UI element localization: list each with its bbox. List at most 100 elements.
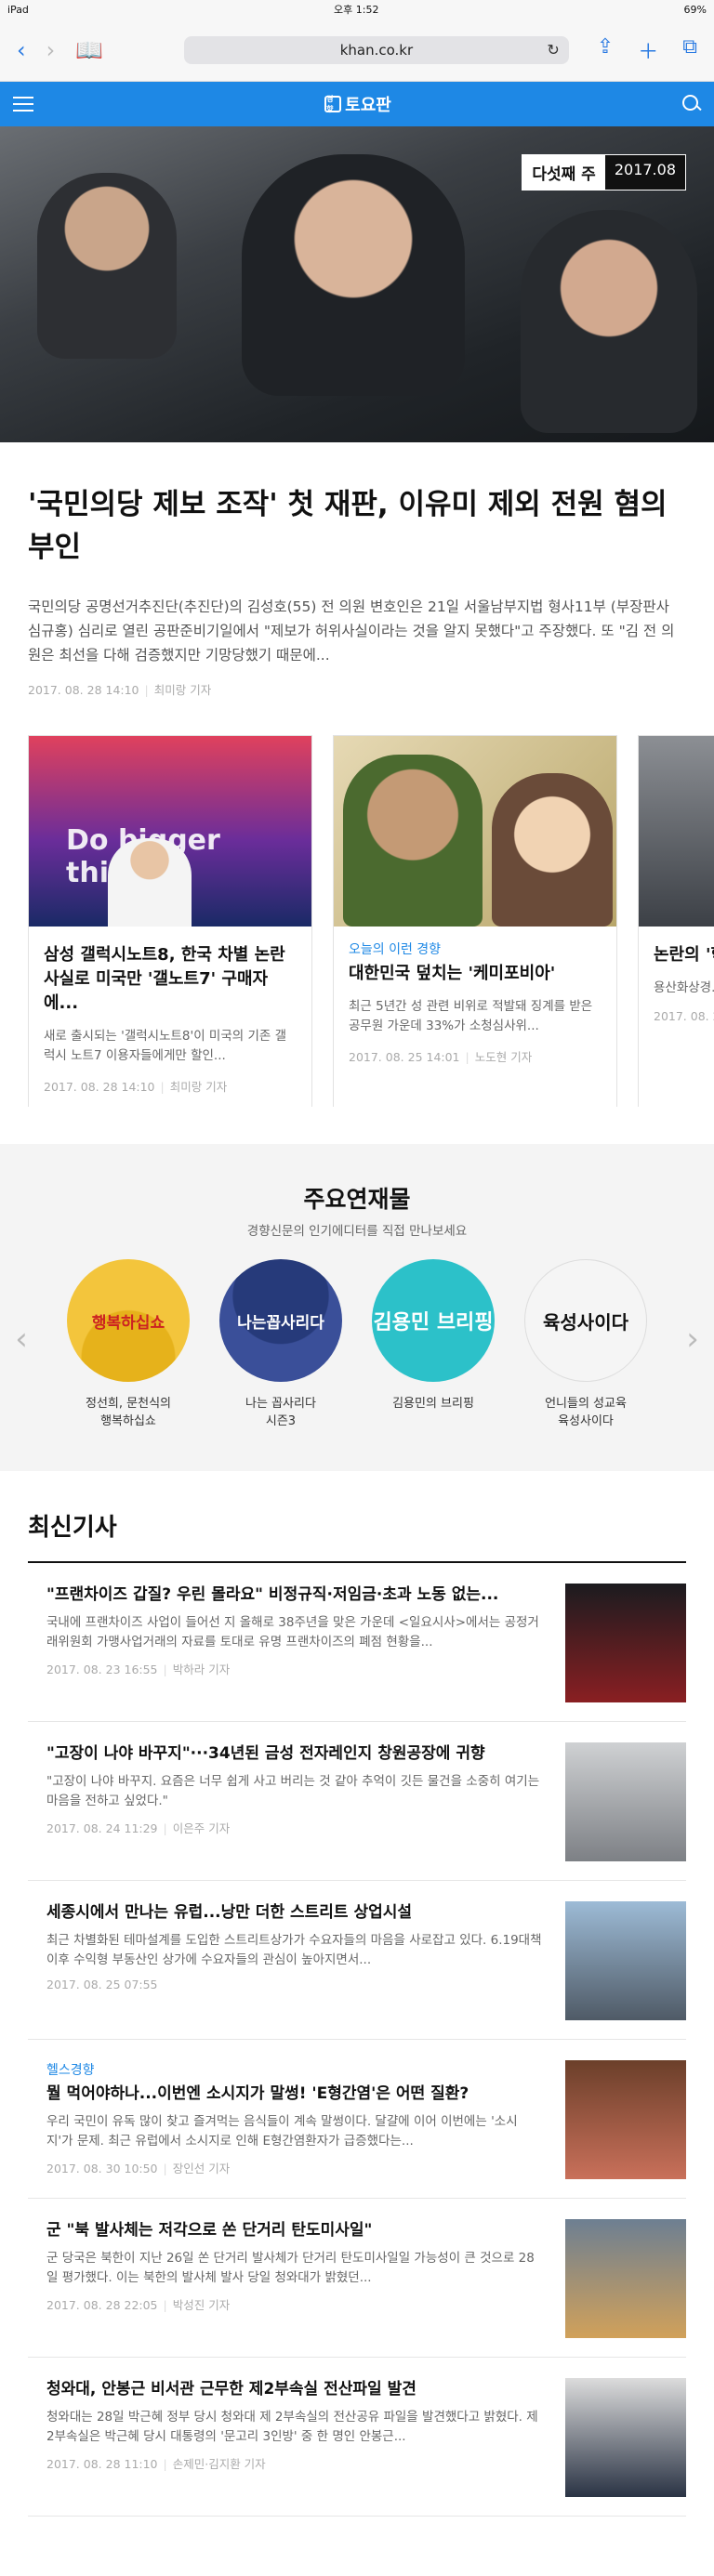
- list-item[interactable]: 청와대, 안봉근 비서관 근무한 제2부속실 전산파일 발견 청와대는 28일 …: [28, 2358, 686, 2517]
- series-badge: 김용민 브리핑: [373, 1311, 494, 1334]
- list-item[interactable]: "고장이 나야 바꾸지"···34년된 금성 전자레인지 창원공장에 귀향 "고…: [28, 1722, 686, 1881]
- item-category: 헬스경향: [46, 2063, 95, 2078]
- card-meta: 2017. 08. 28 14:10 | 최미랑 기자: [44, 1080, 228, 1094]
- card-image-figure: [492, 773, 613, 927]
- reload-icon[interactable]: ↻: [547, 41, 559, 59]
- list-item[interactable]: 세종시에서 만나는 유럽...낭만 더한 스트리트 상업시설 최근 차별화된 테…: [28, 1881, 686, 2040]
- carrier-label: iPad: [7, 3, 29, 16]
- series-label: 김용민의 브리핑: [392, 1397, 474, 1411]
- forward-icon[interactable]: ›: [46, 37, 56, 63]
- item-title[interactable]: "프랜차이즈 갑질? 우린 몰라요" 비정규직·저임금·초과 노동 없는...: [46, 1584, 544, 1606]
- item-meta: 2017. 08. 23 16:55 | 박하라 기자: [46, 1663, 231, 1676]
- week-badge-label: 다섯째 주: [522, 155, 605, 190]
- ios-status-bar: iPad 오후 1:52 69%: [0, 0, 714, 19]
- article-card[interactable]: 논란의 '학... 올해 12월... 용산화상경... 한국마사회... 20…: [638, 735, 714, 1107]
- series-label: 육성사이다: [558, 1414, 614, 1428]
- hero-person-center: [242, 154, 465, 396]
- card-image-figure: [108, 838, 192, 927]
- series-item[interactable]: 김용민 브리핑 김용민의 브리핑: [370, 1259, 496, 1430]
- item-thumbnail[interactable]: [565, 2219, 686, 2338]
- lead-meta: 2017. 08. 28 14:10 | 최미랑 기자: [28, 683, 212, 697]
- card-author: 최미랑 기자: [169, 1080, 228, 1094]
- card-title[interactable]: 논란의 '학... 올해 12월...: [654, 943, 714, 967]
- item-meta: 2017. 08. 30 10:50 | 장인선 기자: [46, 2162, 231, 2175]
- address-bar[interactable]: khan.co.kr ↻: [184, 35, 569, 64]
- card-title[interactable]: 삼성 갤럭시노트8, 한국 차별 논란 사실로 미국만 '갤노트7' 구매자에.…: [44, 943, 297, 1016]
- week-badge-date: 2017.08: [604, 155, 685, 190]
- card-date: 2017. 08. 28 14:10: [44, 1080, 155, 1094]
- series-thumbnail: 김용민 브리핑: [372, 1259, 495, 1382]
- item-thumbnail[interactable]: [565, 1742, 686, 1861]
- latest-section: 최신기사 "프랜차이즈 갑질? 우린 몰라요" 비정규직·저임금·초과 노동 없…: [0, 1471, 714, 2517]
- list-item[interactable]: 헬스경향 뭘 먹어야하나...이번엔 소시지가 말썽! 'E형간염'은 어떤 질…: [28, 2040, 686, 2199]
- series-badge: 행복하십쇼: [91, 1313, 165, 1333]
- series-thumbnail: 나는꼽사리다: [219, 1259, 342, 1382]
- hero-image[interactable]: 다섯째 주 2017.08: [0, 126, 714, 442]
- search-icon[interactable]: [682, 95, 701, 113]
- lead-title[interactable]: '국민의당 제보 조작' 첫 재판, 이유미 제외 전원 혐의 부인: [28, 483, 686, 569]
- chevron-right-icon[interactable]: ›: [684, 1321, 701, 1358]
- item-thumbnail[interactable]: [565, 2060, 686, 2179]
- card-summary: 최근 5년간 성 관련 비위로 적발돼 징계를 받은 공무원 가운데 33%가 …: [349, 999, 593, 1033]
- card-image: Do bigger things: [29, 736, 311, 927]
- item-author: 박성진 기자: [172, 2298, 231, 2312]
- card-meta: 2017. 08. 2: [654, 1009, 714, 1023]
- card-image-figure: [343, 755, 483, 927]
- card-meta: 2017. 08. 25 14:01 | 노도현 기자: [349, 1050, 533, 1064]
- item-summary: 군 당국은 북한이 지난 26일 쏜 단거리 발사체가 단거리 탄도미사일일 가…: [46, 2251, 535, 2285]
- tabs-icon[interactable]: ⧉: [682, 35, 697, 65]
- card-date: 2017. 08. 25 14:01: [349, 1050, 460, 1064]
- item-date: 2017. 08. 23 16:55: [46, 1663, 158, 1676]
- item-author: 박하라 기자: [172, 1663, 231, 1676]
- new-tab-icon[interactable]: ＋: [638, 35, 658, 65]
- item-author: 장인선 기자: [172, 2162, 231, 2175]
- item-title[interactable]: 청와대, 안봉근 비서관 근무한 제2부속실 전산파일 발견: [46, 2378, 544, 2400]
- hero-person-right: [521, 210, 697, 433]
- lead-article[interactable]: '국민의당 제보 조작' 첫 재판, 이유미 제외 전원 혐의 부인 국민의당 …: [0, 442, 714, 698]
- article-card[interactable]: Do bigger things 삼성 갤럭시노트8, 한국 차별 논란 사실로…: [28, 735, 312, 1107]
- card-summary: 용산화상경... 한국마사회...: [654, 980, 714, 995]
- site-logo[interactable]: 경향 토요판: [324, 92, 391, 116]
- back-icon[interactable]: ‹: [17, 37, 26, 63]
- share-icon[interactable]: ⇪: [597, 35, 614, 65]
- item-thumbnail[interactable]: [565, 1901, 686, 2020]
- item-date: 2017. 08. 28 11:10: [46, 2457, 158, 2471]
- card-image: [639, 736, 714, 927]
- item-title[interactable]: 뭘 먹어야하나...이번엔 소시지가 말썽! 'E형간염'은 어떤 질환?: [46, 2083, 544, 2105]
- item-title[interactable]: "고장이 나야 바꾸지"···34년된 금성 전자레인지 창원공장에 귀향: [46, 1742, 544, 1765]
- series-item[interactable]: 나는꼽사리다 나는 꼽사리다 시즌3: [218, 1259, 344, 1430]
- card-summary: 새로 출시되는 '갤럭시노트8'이 미국의 기존 갤럭시 노트7 이용자들에게만…: [44, 1029, 287, 1063]
- menu-icon[interactable]: [13, 97, 33, 112]
- url-text: khan.co.kr: [339, 41, 414, 59]
- series-item[interactable]: 육성사이다 언니들의 성교육 육성사이다: [522, 1259, 649, 1430]
- series-badge: 나는꼽사리다: [237, 1313, 324, 1333]
- item-meta: 2017. 08. 25 07:55: [46, 1978, 544, 1991]
- item-thumbnail[interactable]: [565, 2378, 686, 2497]
- item-title[interactable]: 군 "북 발사체는 저각으로 쏜 단거리 탄도미사일": [46, 2219, 544, 2241]
- latest-title: 최신기사: [28, 1508, 686, 1563]
- card-title[interactable]: 대한민국 덮치는 '케미포비아': [349, 962, 602, 986]
- chevron-left-icon[interactable]: ‹: [13, 1321, 30, 1358]
- item-meta: 2017. 08. 24 11:29 | 이은주 기자: [46, 1821, 231, 1835]
- item-summary: "고장이 나야 바꾸지. 요즘은 너무 쉽게 사고 버리는 것 같아 추억이 깃…: [46, 1774, 540, 1808]
- article-card[interactable]: 오늘의 이런 경향 대한민국 덮치는 '케미포비아' 최근 5년간 성 관련 비…: [333, 735, 617, 1107]
- lead-summary: 국민의당 공명선거추진단(추진단)의 김성호(55) 전 의원 변호인은 21일…: [28, 598, 675, 664]
- series-thumbnail: 행복하십쇼: [67, 1259, 190, 1382]
- item-meta: 2017. 08. 28 11:10 | 손제민·김지환 기자: [46, 2457, 266, 2471]
- lead-author: 최미랑 기자: [153, 683, 212, 697]
- item-author: 손제민·김지환 기자: [172, 2457, 266, 2471]
- series-item[interactable]: 행복하십쇼 정선희, 문천식의 행복하십쇼: [65, 1259, 192, 1430]
- list-item[interactable]: "프랜차이즈 갑질? 우린 몰라요" 비정규직·저임금·초과 노동 없는... …: [28, 1563, 686, 1722]
- logo-text: 토요판: [345, 96, 391, 115]
- list-item[interactable]: 군 "북 발사체는 저각으로 쏜 단거리 탄도미사일" 군 당국은 북한이 지난…: [28, 2199, 686, 2358]
- series-label: 행복하십쇼: [100, 1414, 156, 1428]
- battery-label: 69%: [683, 3, 707, 16]
- item-thumbnail[interactable]: [565, 1584, 686, 1702]
- bookmarks-icon[interactable]: 📖: [75, 37, 103, 63]
- item-meta: 2017. 08. 28 22:05 | 박성진 기자: [46, 2298, 231, 2312]
- item-title[interactable]: 세종시에서 만나는 유럽...낭만 더한 스트리트 상업시설: [46, 1901, 544, 1924]
- hero-person-left: [37, 173, 177, 359]
- series-label: 정선희, 문천식의: [86, 1397, 171, 1411]
- card-category: 오늘의 이런 경향: [349, 942, 442, 957]
- series-section: 주요연재물 경향신문의 인기에디터를 직접 만나보세요 ‹ › 행복하십쇼 정선…: [0, 1144, 714, 1471]
